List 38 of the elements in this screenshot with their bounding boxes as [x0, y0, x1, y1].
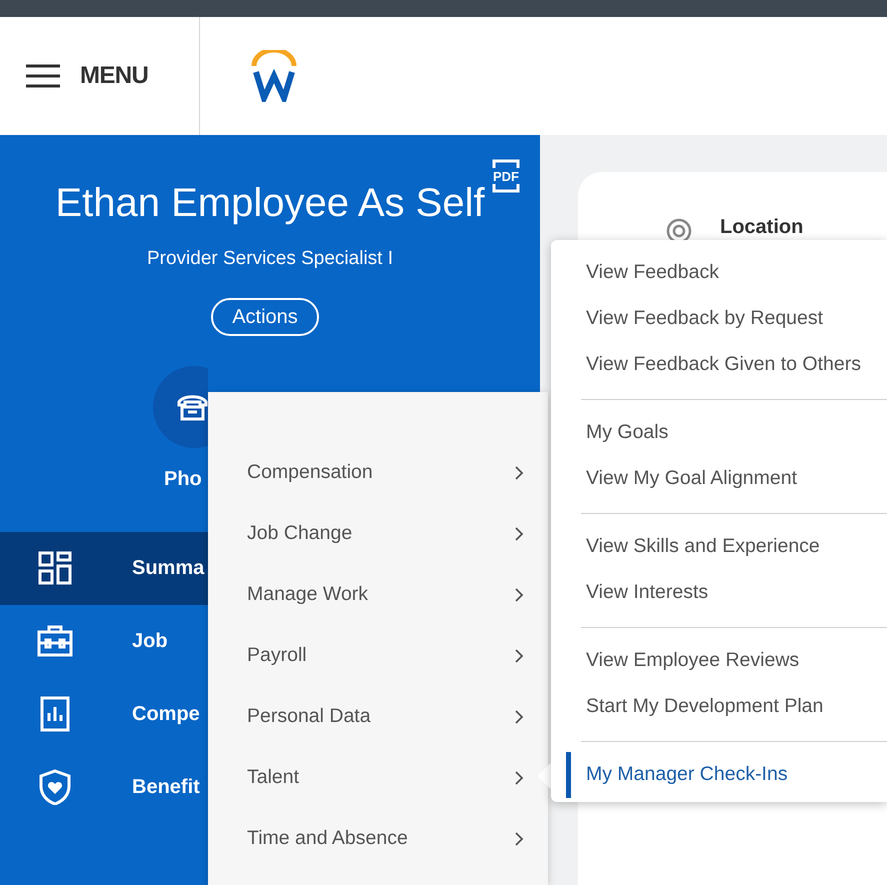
phone-label: Pho [164, 466, 203, 492]
sidebar-item[interactable]: Benefit [0, 750, 208, 824]
sidebar-item[interactable]: Compe [0, 678, 208, 750]
menu-item[interactable]: Personal Data [208, 686, 548, 747]
actions-button[interactable]: Actions [211, 298, 319, 336]
logo-icon[interactable] [250, 50, 298, 102]
menu-item[interactable]: Manage Work [208, 564, 548, 625]
sidebar-item[interactable]: Job [0, 604, 208, 678]
chevron-right-icon [514, 464, 524, 480]
sidebar-item[interactable]: Summa [0, 532, 208, 604]
submenu-item[interactable]: View Feedback by Request [551, 296, 887, 342]
submenu-item[interactable]: View Feedback [551, 250, 887, 296]
menu-item[interactable]: Talent [208, 747, 548, 808]
briefcase-icon [37, 623, 73, 659]
chevron-right-icon [514, 770, 524, 786]
shield-heart-icon [37, 769, 73, 805]
chevron-right-icon [514, 830, 524, 846]
submenu-item[interactable]: View Skills and Experience [551, 524, 887, 570]
submenu-item[interactable]: View My Goal Alignment [551, 456, 887, 502]
submenu-item[interactable]: View Feedback Given to Others [551, 342, 887, 388]
submenu-item[interactable]: Start My Development Plan [551, 684, 887, 730]
menu-item[interactable]: Compensation [208, 442, 548, 503]
chevron-right-icon [514, 526, 524, 542]
chevron-right-icon [514, 586, 524, 602]
chevron-right-icon [514, 708, 524, 724]
menu-item[interactable]: Job Change [208, 503, 548, 564]
menu-item[interactable]: Payroll [208, 625, 548, 686]
submenu-item[interactable]: View Interests [551, 570, 887, 616]
chevron-right-icon [514, 648, 524, 664]
employee-name: Ethan Employee As Self [54, 183, 486, 223]
menu-icon [26, 64, 60, 88]
dashboard-icon [37, 550, 73, 586]
job-title: Provider Services Specialist I [146, 247, 394, 271]
card-title: Location [720, 215, 804, 240]
submenu-item[interactable]: My Manager Check-Ins [566, 752, 887, 798]
menu-item[interactable]: Time and Absence [208, 808, 548, 869]
submenu-item[interactable]: View Employee Reviews [551, 638, 887, 684]
submenu-item[interactable]: My Goals [551, 410, 887, 456]
